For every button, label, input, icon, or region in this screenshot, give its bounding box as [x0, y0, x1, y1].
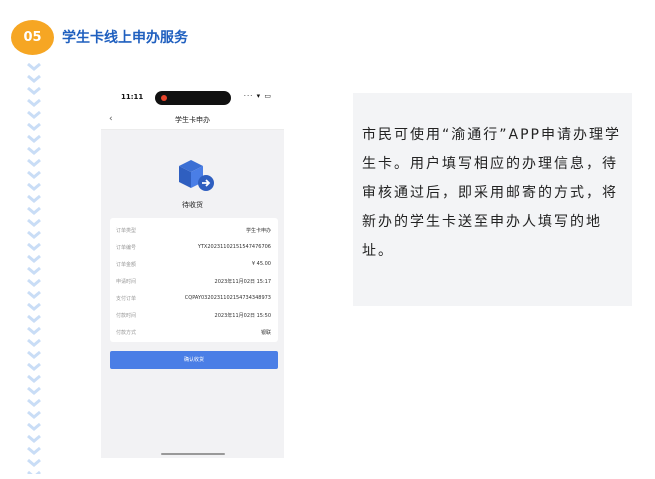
detail-row: 支付订单 CQPAY03202311021547343489​73	[110, 290, 278, 306]
section-title: 学生卡线上申办服务	[62, 30, 188, 46]
phone-page-title: 学生卡申办	[175, 116, 210, 124]
detail-label: 订单类型	[116, 228, 137, 234]
detail-row: 付款时间 2023年11月02日 15:50	[110, 307, 278, 323]
detail-label: 申请时间	[116, 279, 137, 285]
status-time: 11:11	[121, 93, 144, 101]
confirm-receipt-button[interactable]: 确认收货	[110, 351, 278, 369]
detail-label: 订单金额	[116, 262, 137, 268]
detail-value: CQPAY03202311021547343489​73	[184, 295, 271, 301]
detail-label: 付款时间	[116, 313, 137, 319]
chevron-decoration-strip	[27, 62, 41, 474]
detail-row: 付款方式 银联	[110, 324, 278, 340]
home-indicator	[161, 453, 225, 455]
system-status-icons: ··· ▾ ▭	[243, 92, 272, 100]
description-text: 市民可使用“渝通行”APP申请办理学生卡。用户填写相应的办理信息，待审核通过后，…	[362, 127, 621, 259]
detail-label: 支付订单	[116, 296, 137, 302]
dynamic-island	[155, 91, 231, 105]
chevron-pattern-icon	[27, 62, 41, 474]
detail-value: 2023年11月02日 15:50	[214, 313, 271, 319]
detail-value: ¥ 45.00	[251, 261, 271, 267]
package-delivery-icon	[179, 160, 214, 191]
phone-screenshot: 11:11 ··· ▾ ▭ ‹ 学生卡申办 待收货 订单类型 学生卡申办 订单编…	[101, 86, 284, 458]
detail-label: 付款方式	[116, 330, 137, 336]
detail-value: 2023年11月02日 15:17	[214, 279, 271, 285]
detail-label: 订单编号	[116, 245, 137, 251]
detail-row: 申请时间 2023年11月02日 15:17	[110, 273, 278, 289]
detail-row: 订单编号 YTX2023110215154747670​6	[110, 239, 278, 255]
phone-status-bar: 11:11 ··· ▾ ▭	[101, 86, 284, 110]
detail-value: 学生卡申办	[245, 228, 271, 234]
detail-row: 订单金额 ¥ 45.00	[110, 256, 278, 272]
recording-dot-icon	[161, 95, 167, 101]
section-number-badge: 05	[11, 20, 54, 55]
phone-nav-bar: ‹ 学生卡申办	[101, 110, 284, 130]
detail-row: 订单类型 学生卡申办	[110, 222, 278, 238]
order-status-hero: 待收货	[101, 130, 284, 216]
description-card: 市民可使用“渝通行”APP申请办理学生卡。用户填写相应的办理信息，待审核通过后，…	[353, 93, 632, 306]
order-status-text: 待收货	[182, 201, 203, 209]
detail-value: 银联	[260, 330, 271, 336]
order-detail-card: 订单类型 学生卡申办 订单编号 YTX2023110215154747670​6…	[110, 218, 278, 342]
detail-value: YTX2023110215154747670​6	[197, 244, 271, 250]
